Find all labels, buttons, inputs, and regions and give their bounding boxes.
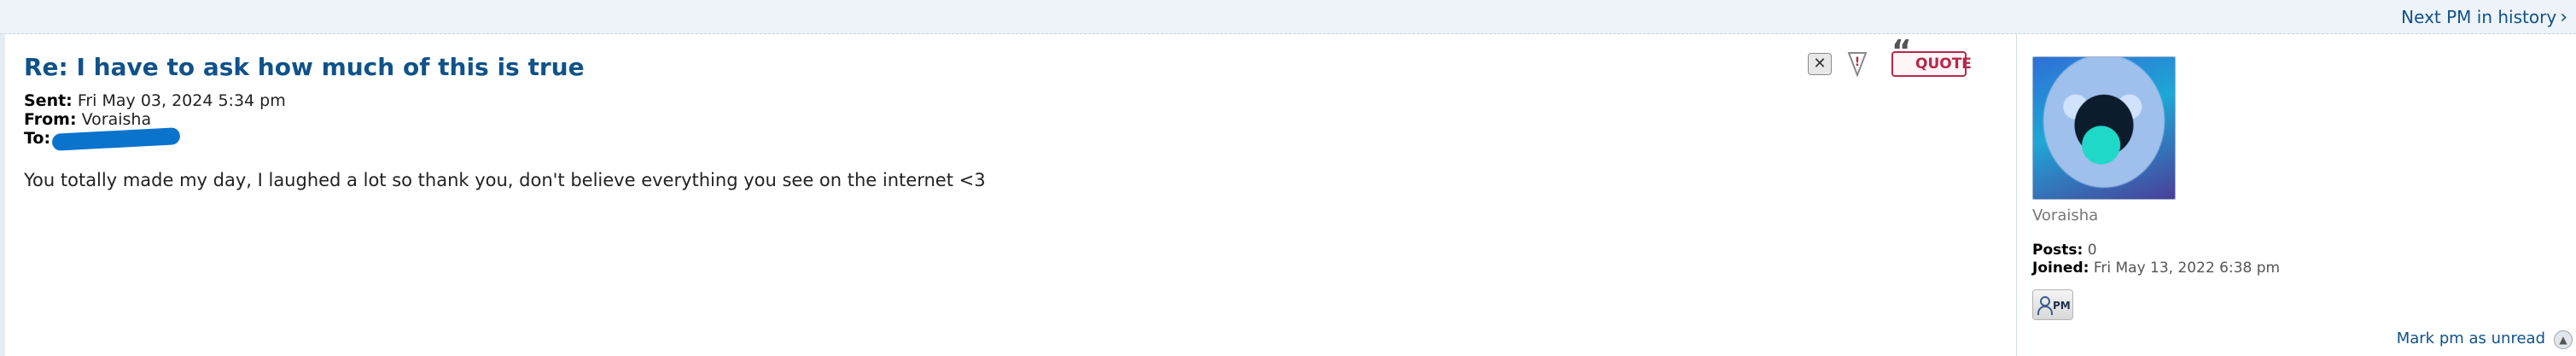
joined-value: Fri May 13, 2022 6:38 pm — [2093, 260, 2281, 277]
sent-value: Fri May 03, 2024 5:34 pm — [77, 91, 286, 110]
posts-label: Posts: — [2032, 242, 2084, 259]
message-content: You totally made my day, I laughed a lot… — [24, 170, 986, 190]
redacted-recipient — [51, 126, 181, 151]
pm-label: PM — [2053, 300, 2071, 312]
send-pm-button[interactable]: PM — [2032, 289, 2073, 320]
quote-icon: “ — [1891, 34, 1912, 69]
message-subject: Re: I have to ask how much of this is tr… — [24, 53, 585, 81]
profile-stats: Posts: 0 Joined: Fri May 13, 2022 6:38 p… — [2032, 242, 2357, 277]
joined-label: Joined: — [2032, 260, 2089, 277]
chevron-right-icon: › — [2560, 7, 2567, 28]
from-label: From: — [24, 110, 77, 129]
post-body: Re: I have to ask how much of this is tr… — [24, 53, 1970, 190]
quote-label: QUOTE — [1915, 55, 1972, 73]
profile-sidebar: Voraisha Posts: 0 Joined: Fri May 13, 20… — [2016, 34, 2357, 356]
report-button[interactable]: ! — [1845, 51, 1869, 78]
to-label: To: — [24, 129, 51, 148]
message-meta: Sent: Fri May 03, 2024 5:34 pm From: Vor… — [24, 91, 1970, 151]
close-icon: ✕ — [1813, 55, 1827, 73]
from-value[interactable]: Voraisha — [82, 110, 151, 129]
report-icon: ! — [1847, 52, 1868, 78]
mark-unread-link[interactable]: Mark pm as unread — [2397, 330, 2545, 347]
sent-label: Sent: — [24, 91, 73, 110]
user-body-shape — [2037, 306, 2053, 315]
quote-button[interactable]: “ QUOTE — [1891, 37, 1972, 77]
avatar[interactable] — [2032, 56, 2176, 200]
pm-panel: Re: I have to ask how much of this is tr… — [0, 34, 2576, 356]
next-pm-link[interactable]: Next PM in history › — [2401, 7, 2567, 28]
back-to-top-icon[interactable]: ▲ — [2554, 330, 2573, 349]
profile-username[interactable]: Voraisha — [2032, 207, 2357, 225]
posts-value[interactable]: 0 — [2088, 242, 2097, 259]
svg-text:!: ! — [1855, 55, 1860, 69]
next-pm-label: Next PM in history — [2401, 7, 2557, 27]
top-navigation-bar: Next PM in history › — [0, 0, 2576, 34]
delete-button[interactable]: ✕ — [1808, 53, 1832, 75]
